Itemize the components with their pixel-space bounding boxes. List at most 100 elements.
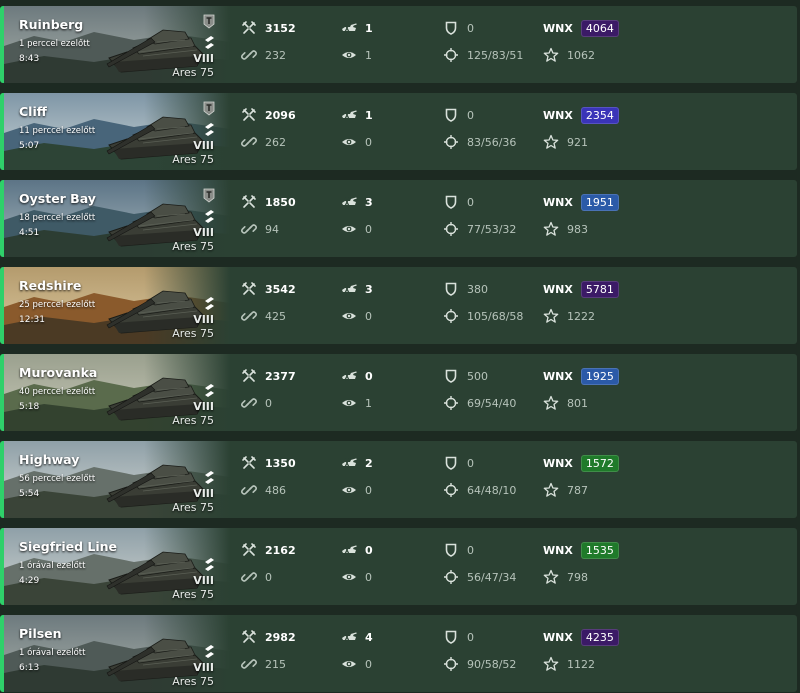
xp-stat: 1062 <box>543 47 595 63</box>
damage-value: 1350 <box>265 456 296 470</box>
wnx-stat: WNX 1535 <box>543 541 619 559</box>
shield-icon <box>445 195 457 209</box>
battle-time-ago: 40 perccel ezelőtt <box>19 387 96 397</box>
spotted-value: 0 <box>365 570 372 584</box>
hits-value: 64/48/10 <box>467 483 517 497</box>
assist-stat: 232 <box>241 47 286 63</box>
tank-kill-icon <box>342 284 357 294</box>
wnx-label: WNX <box>543 369 573 383</box>
xp-stat: 1222 <box>543 308 595 324</box>
hits-value: 125/83/51 <box>467 48 524 62</box>
frags-value: 0 <box>365 369 373 383</box>
assist-value: 232 <box>265 48 286 62</box>
spotted-stat: 0 <box>341 482 372 498</box>
tank-kill-icon <box>342 23 357 33</box>
battle-row-3[interactable]: Oyster Bay 18 perccel ezelőtt 4:51 VIII … <box>0 180 797 257</box>
hits-stat: 69/54/40 <box>443 395 516 411</box>
map-thumbnail: Siegfried Line 1 órával ezelőtt 4:29 VII… <box>4 528 230 605</box>
link-icon <box>241 572 257 582</box>
crosshair-icon <box>444 570 458 584</box>
map-thumbnail: Pilsen 1 órával ezelőtt 6:13 VIII Ares 7… <box>4 615 230 692</box>
frags-value: 4 <box>365 630 373 644</box>
mastery-badge-icon <box>203 14 215 29</box>
crossed-swords-icon <box>242 21 256 34</box>
damage-stat: 3542 <box>241 281 296 297</box>
battle-row-6[interactable]: Highway 56 perccel ezelőtt 5:54 VIII Are… <box>0 441 797 518</box>
wnx-label: WNX <box>543 543 573 557</box>
battle-row-7[interactable]: Siegfried Line 1 órával ezelőtt 4:29 VII… <box>0 528 797 605</box>
crossed-swords-icon <box>242 108 256 121</box>
assist-value: 0 <box>265 570 272 584</box>
spotted-stat: 0 <box>341 656 372 672</box>
blocked-value: 0 <box>467 543 474 557</box>
tank-kill-icon <box>342 545 357 555</box>
map-thumbnail: Cliff 11 perccel ezelőtt 5:07 VIII Ares … <box>4 93 230 170</box>
map-thumbnail: Ruinberg 1 perccel ezelőtt 8:43 VIII Are… <box>4 6 230 83</box>
xp-value: 983 <box>567 222 588 236</box>
battle-duration: 5:18 <box>19 402 40 412</box>
wnx-label: WNX <box>543 282 573 296</box>
battle-row-1[interactable]: Ruinberg 1 perccel ezelőtt 8:43 VIII Are… <box>0 6 797 83</box>
battle-row-2[interactable]: Cliff 11 perccel ezelőtt 5:07 VIII Ares … <box>0 93 797 170</box>
blocked-value: 500 <box>467 369 488 383</box>
blocked-value: 0 <box>467 456 474 470</box>
blocked-stat: 0 <box>443 542 474 558</box>
damage-value: 3542 <box>265 282 296 296</box>
battle-time-ago: 1 órával ezelőtt <box>19 648 86 658</box>
spotted-stat: 1 <box>341 47 372 63</box>
tank-kill-icon <box>342 632 357 642</box>
assist-stat: 262 <box>241 134 286 150</box>
assist-stat: 0 <box>241 569 272 585</box>
damage-value: 2096 <box>265 108 296 122</box>
tank-name: Ares 75 <box>172 66 214 79</box>
assist-stat: 94 <box>241 221 279 237</box>
battle-duration: 5:07 <box>19 141 40 151</box>
star-icon <box>543 221 559 236</box>
shield-icon <box>445 543 457 557</box>
link-icon <box>241 398 257 408</box>
hits-stat: 77/53/32 <box>443 221 516 237</box>
wnx-stat: WNX 1925 <box>543 367 619 385</box>
tank-tier: VIII <box>193 226 214 239</box>
assist-value: 215 <box>265 657 286 671</box>
hits-value: 105/68/58 <box>467 309 524 323</box>
assist-stat: 215 <box>241 656 286 672</box>
blocked-stat: 380 <box>443 281 488 297</box>
star-icon <box>543 308 559 323</box>
eye-icon <box>342 226 356 232</box>
wnx-stat: WNX 2354 <box>543 106 619 124</box>
map-name: Ruinberg <box>19 17 84 32</box>
map-thumbnail: Murovanka 40 perccel ezelőtt 5:18 VIII A… <box>4 354 230 431</box>
frags-stat: 4 <box>341 629 373 645</box>
battle-time-ago: 11 perccel ezelőtt <box>19 126 96 136</box>
wnx-label: WNX <box>543 630 573 644</box>
tank-name: Ares 75 <box>172 501 214 514</box>
link-icon <box>241 485 257 495</box>
wnx-label: WNX <box>543 108 573 122</box>
xp-value: 1062 <box>567 48 595 62</box>
battle-row-4[interactable]: Redshire 25 perccel ezelőtt 12:31 VIII A… <box>0 267 797 344</box>
damage-value: 2377 <box>265 369 296 383</box>
hits-stat: 105/68/58 <box>443 308 523 324</box>
battle-duration: 4:51 <box>19 228 40 238</box>
battle-row-8[interactable]: Pilsen 1 órával ezelőtt 6:13 VIII Ares 7… <box>0 615 797 692</box>
damage-stat: 3152 <box>241 20 296 36</box>
map-name: Pilsen <box>19 626 62 641</box>
xp-value: 1122 <box>567 657 595 671</box>
tank-name: Ares 75 <box>172 675 214 688</box>
chevron-rank-icon <box>205 384 214 397</box>
crosshair-icon <box>444 135 458 149</box>
xp-value: 921 <box>567 135 588 149</box>
wnx-stat: WNX 4064 <box>543 19 619 37</box>
damage-value: 2982 <box>265 630 296 644</box>
wnx-label: WNX <box>543 195 573 209</box>
assist-value: 94 <box>265 222 279 236</box>
blocked-value: 0 <box>467 21 474 35</box>
battle-row-5[interactable]: Murovanka 40 perccel ezelőtt 5:18 VIII A… <box>0 354 797 431</box>
chevron-rank-icon <box>205 558 214 571</box>
tank-tier: VIII <box>193 313 214 326</box>
battle-time-ago: 56 perccel ezelőtt <box>19 474 96 484</box>
crossed-swords-icon <box>242 630 256 643</box>
hits-value: 69/54/40 <box>467 396 517 410</box>
crossed-swords-icon <box>242 456 256 469</box>
